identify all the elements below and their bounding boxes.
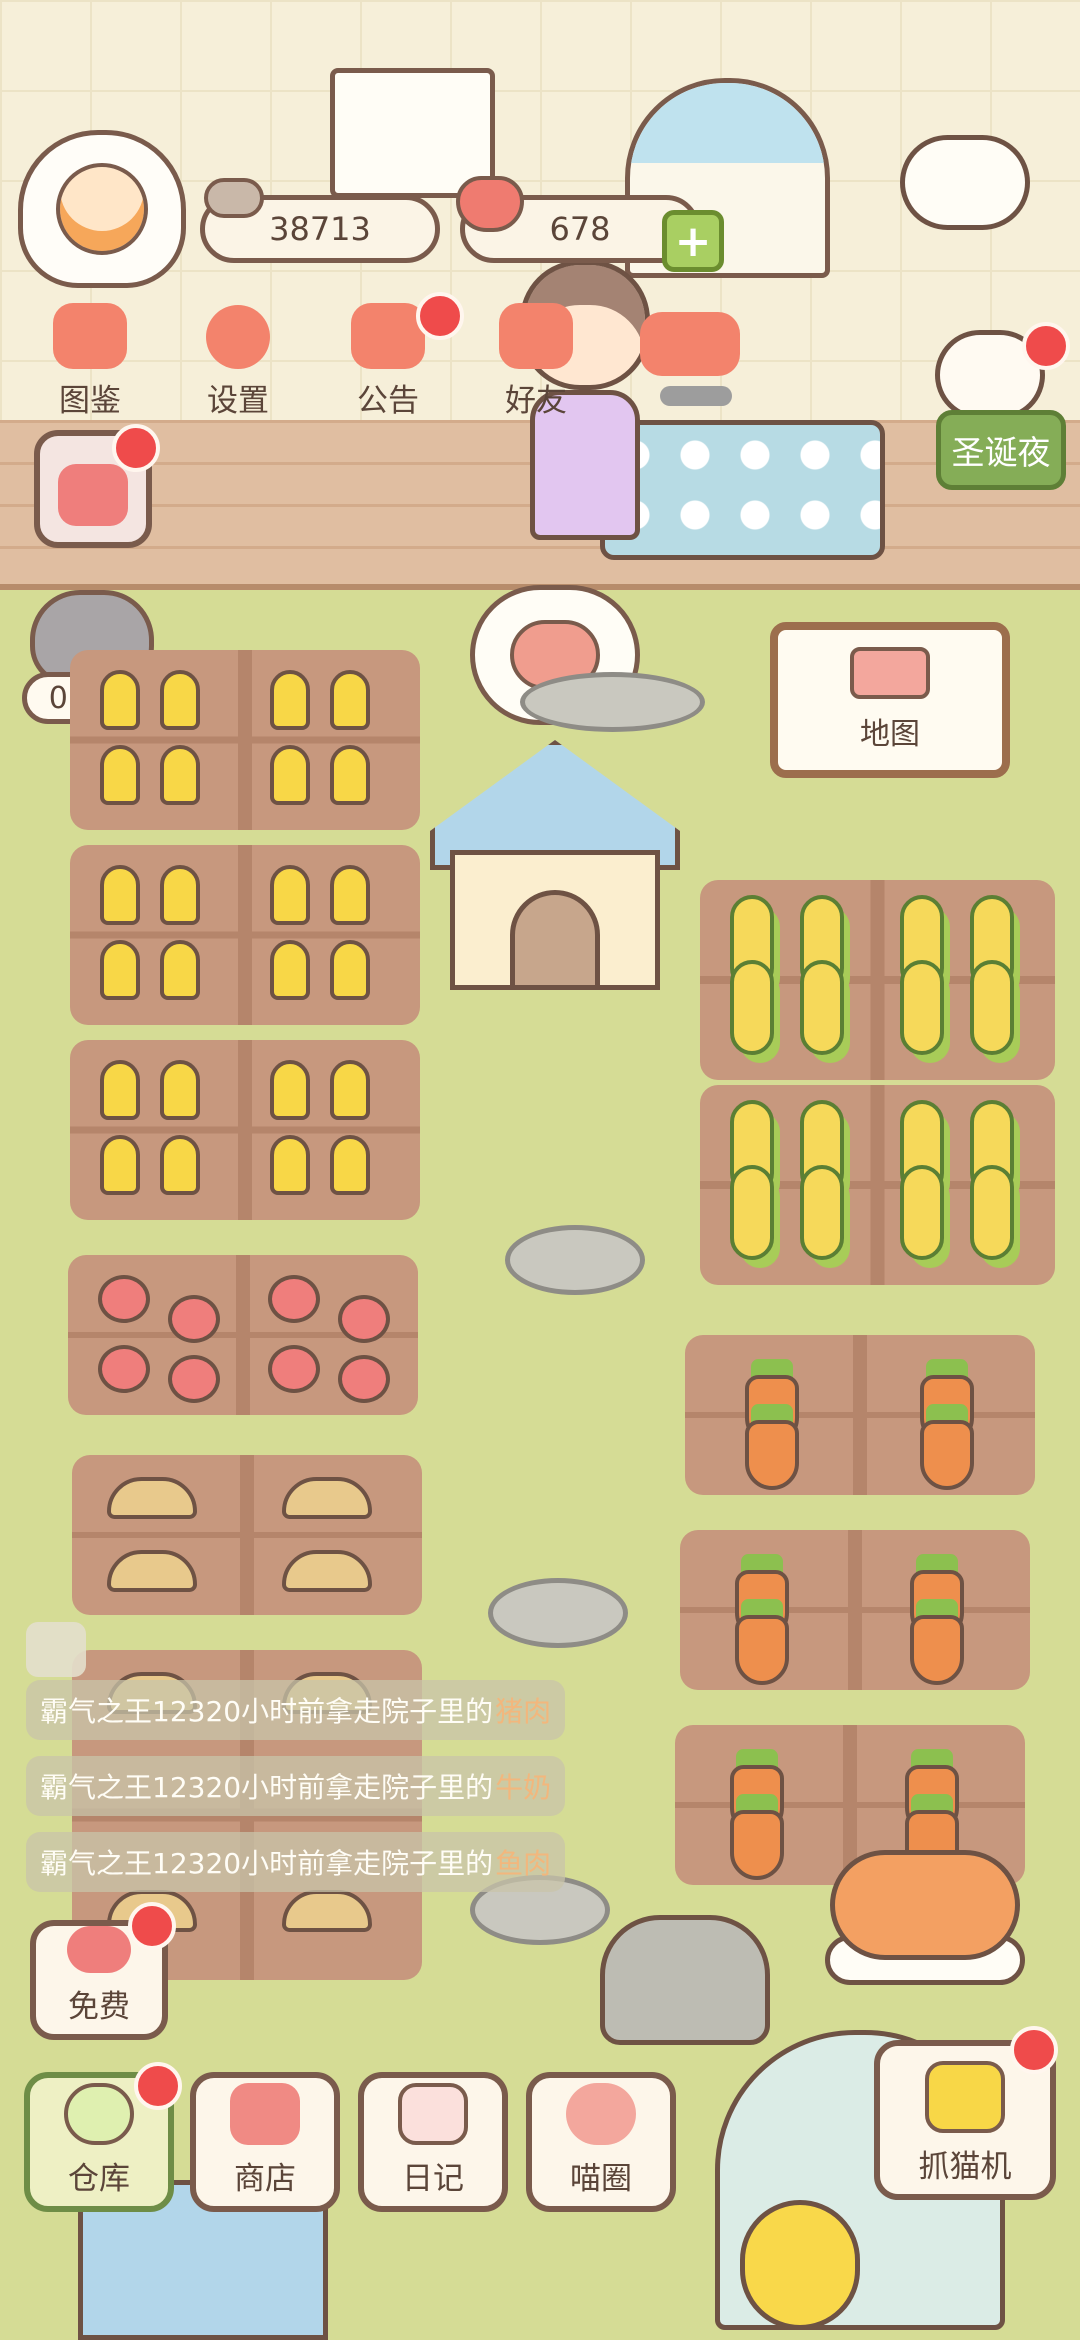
diary-icon [398,2083,468,2145]
doghouse[interactable] [430,740,680,990]
feed-text: 20小时前拿走院子里的 [205,1771,494,1804]
heart-message-icon[interactable] [640,312,740,376]
pencil-icon [58,464,128,526]
feed-item-2: 霸气之王123 20小时前拿走院子里的 牛奶 [26,1756,566,1816]
fish-coin-icon [204,178,264,218]
menu-collection-label: 图鉴 [59,383,121,419]
free-badge [128,1902,176,1950]
avatar-face-icon [56,163,148,255]
christmas-event-button[interactable]: 圣诞夜 [936,410,1066,490]
plus-icon: + [674,215,712,267]
feed-collapse-button[interactable] [26,1622,86,1677]
nav-cat-circle-button[interactable]: 喵圈 [526,2072,676,2212]
heart-icon [456,176,524,232]
map-label: 地图 [860,717,920,752]
edit-badge [112,424,160,472]
feed-user: 霸气之王123 [40,1771,206,1804]
menu-notice-label: 公告 [357,383,419,419]
stepping-stone [505,1225,645,1295]
wheat-plot-3[interactable] [70,1040,420,1220]
nav-diary-button[interactable]: 日记 [358,2072,508,2212]
corn-plot-2[interactable] [700,1085,1055,1285]
christmas-event-label: 圣诞夜 [951,433,1051,472]
storage-badge [134,2062,182,2110]
christmas-badge [1022,322,1070,370]
carrot-plot-1[interactable] [685,1335,1035,1495]
progress-bar [660,386,732,406]
red-panda-cat[interactable] [830,1850,1020,1960]
nav-cat-circle-label: 喵圈 [570,2161,632,2197]
gear-icon [206,305,270,369]
fence-icon [850,647,930,699]
stepping-stone [520,672,705,732]
wheat-plot-2[interactable] [70,845,420,1025]
coin-count: 38713 [269,210,371,248]
nav-storage-label: 仓库 [68,2161,130,2197]
feed-text: 20小时前拿走院子里的 [205,1695,494,1728]
friends-icon [499,303,573,369]
panda-sign [900,135,1030,230]
feed-item-1: 霸气之王123 20小时前拿走院子里的 猪肉 [26,1680,566,1740]
notice-badge [416,292,464,340]
feed-item-name: 鱼肉 [495,1847,552,1880]
cat-book-icon [53,303,127,369]
menu-settings-label: 设置 [207,383,269,419]
cat-planet-icon [566,2083,636,2145]
free-gift-label: 免费 [68,1989,130,2025]
feed-item-name: 牛奶 [495,1771,552,1804]
feed-item-name: 猪肉 [495,1695,552,1728]
wheat-plot-1[interactable] [70,650,420,830]
nav-shop-button[interactable]: 商店 [190,2072,340,2212]
add-hearts-button[interactable]: + [662,210,724,272]
menu-friends-label: 好友 [505,383,567,419]
feed-item-3: 霸气之王123 20小时前拿走院子里的 鱼肉 [26,1832,566,1892]
claw-machine-label: 抓猫机 [918,2149,1012,2185]
carrot-plot-2[interactable] [680,1530,1030,1690]
nav-diary-label: 日记 [402,2161,464,2197]
tomato-plot[interactable] [68,1255,418,1415]
map-button[interactable]: 地图 [770,622,1010,778]
menu-friends-button[interactable]: 好友 [476,300,596,420]
feed-text: 20小时前拿走院子里的 [205,1847,494,1880]
chick-pet[interactable] [740,2200,860,2330]
shop-icon [230,2083,300,2145]
heart-count: 678 [549,210,611,248]
claw-badge [1010,2026,1058,2074]
rock [600,1915,770,2045]
gift-icon [351,303,425,369]
heart-gift-icon [67,1926,131,1973]
storage-icon [64,2083,134,2145]
player-avatar[interactable] [18,130,186,288]
menu-collection-button[interactable]: 图鉴 [30,300,150,420]
nav-shop-label: 商店 [234,2161,296,2197]
feed-user: 霸气之王123 [40,1695,206,1728]
corn-plot-1[interactable] [700,880,1055,1080]
potato-plot-1[interactable] [72,1455,422,1615]
feed-user: 霸气之王123 [40,1847,206,1880]
menu-settings-button[interactable]: 设置 [178,300,298,420]
stepping-stone [488,1578,628,1648]
claw-icon [925,2061,1005,2133]
